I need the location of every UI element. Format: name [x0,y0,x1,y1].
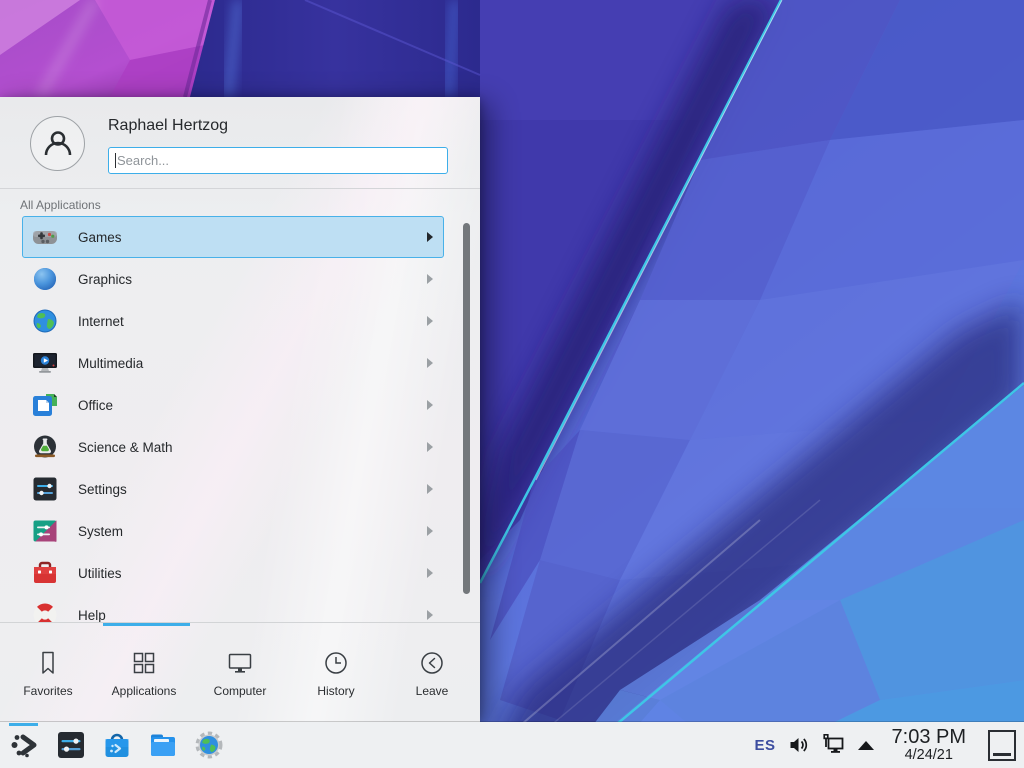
launcher-header: Raphael Hertzog Search... [0,97,480,189]
tab-favorites[interactable]: Favorites [0,623,96,722]
show-desktop-bar [993,753,1011,756]
globe-icon [32,308,58,334]
lifebuoy-icon [32,602,58,622]
active-tab-indicator [103,623,190,626]
expand-tray-caret-icon[interactable] [858,741,874,750]
kde-kickoff-icon [10,730,40,760]
system-sliders-icon [32,518,58,544]
browser-globe-gear-icon [194,730,224,760]
tab-leave[interactable]: Leave [384,623,480,722]
browser-task[interactable] [192,729,225,762]
keyboard-layout-indicator[interactable]: ES [755,737,776,754]
launcher-active-indicator [9,723,38,726]
category-office[interactable]: Office [22,384,444,426]
user-name: Raphael Hertzog [108,117,228,135]
discover-bag-icon [102,730,132,760]
bookmark-icon [34,649,62,677]
taskbar-panel: ES 7:03 PM 4/24/21 [0,722,1024,768]
dolphin-folder-icon [148,730,178,760]
user-icon [41,127,75,161]
gamepad-icon [32,224,58,250]
category-science-math[interactable]: Science & Math [22,426,444,468]
submenu-arrow-icon [427,442,433,452]
tab-computer[interactable]: Computer [192,623,288,722]
clock-time: 7:03 PM [892,727,966,748]
system-settings-task[interactable] [54,729,87,762]
leave-circle-icon [418,649,446,677]
network-icon[interactable] [822,733,846,757]
system-settings-icon [56,730,86,760]
category-games[interactable]: Games [22,216,444,258]
category-settings[interactable]: Settings [22,468,444,510]
system-tray: ES 7:03 PM 4/24/21 [755,722,1024,768]
submenu-arrow-icon [427,232,433,242]
media-monitor-icon [32,350,58,376]
category-system[interactable]: System [22,510,444,552]
category-help[interactable]: Help [22,594,444,622]
grid-icon [130,649,158,677]
documents-icon [32,392,58,418]
tab-history[interactable]: History [288,623,384,722]
category-internet[interactable]: Internet [22,300,444,342]
section-label: All Applications [0,189,480,216]
app-launcher-button[interactable] [8,729,41,762]
flask-icon [32,434,58,460]
category-multimedia[interactable]: Multimedia [22,342,444,384]
category-utilities[interactable]: Utilities [22,552,444,594]
submenu-arrow-icon [427,484,433,494]
user-avatar [30,116,85,171]
submenu-arrow-icon [427,316,433,326]
discover-task[interactable] [100,729,133,762]
clock-date: 4/24/21 [892,748,966,763]
submenu-arrow-icon [427,400,433,410]
clock-icon [322,649,350,677]
text-caret [115,153,116,168]
submenu-arrow-icon [427,568,433,578]
monitor-icon [226,649,254,677]
digital-clock[interactable]: 7:03 PM 4/24/21 [892,727,966,763]
tab-applications[interactable]: Applications [96,623,192,722]
application-launcher-menu: Raphael Hertzog Search... All Applicatio… [0,97,480,722]
sliders-icon [32,476,58,502]
submenu-arrow-icon [427,274,433,284]
toolbox-icon [32,560,58,586]
dolphin-task[interactable] [146,729,179,762]
category-list: Games Graphics [0,216,480,622]
submenu-arrow-icon [427,358,433,368]
category-graphics[interactable]: Graphics [22,258,444,300]
sphere-icon [32,266,58,292]
search-input[interactable]: Search... [108,147,448,174]
submenu-arrow-icon [427,526,433,536]
launcher-tabbar: Favorites Applications Computer [0,622,480,722]
desktop: Raphael Hertzog Search... All Applicatio… [0,0,1024,768]
show-desktop-button[interactable] [988,730,1016,761]
list-scrollbar[interactable] [463,223,470,594]
volume-icon[interactable] [788,734,810,756]
submenu-arrow-icon [427,610,433,620]
search-placeholder: Search... [117,153,169,168]
